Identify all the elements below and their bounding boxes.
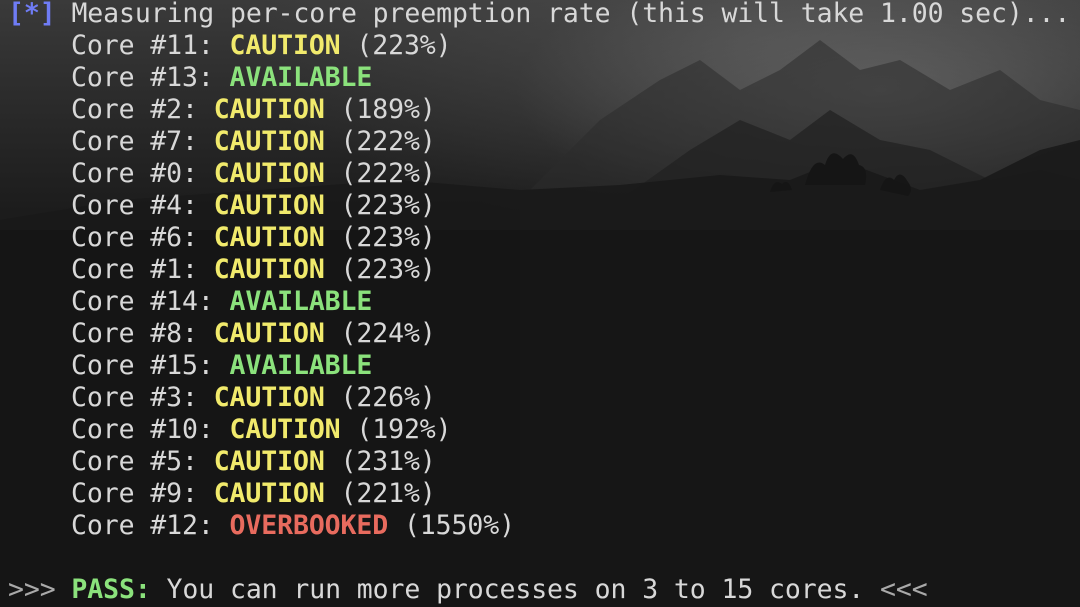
core-status: CAUTION (229, 30, 341, 61)
result-prefix: >>> (8, 574, 72, 605)
core-status: CAUTION (213, 254, 325, 285)
core-status: AVAILABLE (229, 62, 373, 93)
core-rate: (189%) (324, 94, 436, 125)
core-status: CAUTION (213, 190, 325, 221)
core-label: Core #10: (71, 414, 230, 445)
core-status: CAUTION (213, 222, 325, 253)
core-rate: (223%) (324, 254, 436, 285)
header-message: Measuring per-core preemption rate (this… (71, 0, 1071, 29)
core-label: Core #11: (71, 30, 230, 61)
core-status: CAUTION (213, 478, 325, 509)
core-label: Core #5: (71, 446, 214, 477)
core-label: Core #13: (71, 62, 230, 93)
core-label: Core #9: (71, 478, 214, 509)
core-status: CAUTION (213, 446, 325, 477)
core-row: Core #15: AVAILABLE (71, 350, 372, 382)
core-label: Core #4: (71, 190, 214, 221)
core-label: Core #3: (71, 382, 214, 413)
core-label: Core #6: (71, 222, 214, 253)
core-label: Core #8: (71, 318, 214, 349)
terminal-window[interactable]: [*] Measuring per-core preemption rate (… (0, 0, 1080, 607)
core-status: AVAILABLE (229, 286, 373, 317)
core-row: Core #14: AVAILABLE (71, 286, 372, 318)
core-status: AVAILABLE (229, 350, 373, 381)
core-rate: (224%) (324, 318, 436, 349)
core-rate: (223%) (340, 30, 452, 61)
result-message: You can run more processes on 3 to 15 co… (150, 574, 881, 605)
core-rate: (223%) (324, 190, 436, 221)
core-rate: (221%) (324, 478, 436, 509)
core-rate: (222%) (324, 126, 436, 157)
terminal-output: [*] Measuring per-core preemption rate (… (0, 0, 1080, 607)
core-row: Core #10: CAUTION (192%) (71, 414, 452, 446)
core-rate: (223%) (324, 222, 436, 253)
result-line: >>> PASS: You can run more processes on … (8, 574, 928, 606)
core-label: Core #12: (71, 510, 230, 541)
core-rate: (192%) (340, 414, 452, 445)
core-rate: (1550%) (388, 510, 515, 541)
core-row: Core #0: CAUTION (222%) (71, 158, 436, 190)
core-status: CAUTION (213, 318, 325, 349)
core-row: Core #4: CAUTION (223%) (71, 190, 436, 222)
header-line: [*] Measuring per-core preemption rate (… (8, 0, 1070, 30)
core-label: Core #15: (71, 350, 230, 381)
core-row: Core #6: CAUTION (223%) (71, 222, 436, 254)
core-label: Core #7: (71, 126, 214, 157)
status-marker: [*] (8, 0, 56, 29)
core-row: Core #7: CAUTION (222%) (71, 126, 436, 158)
core-row: Core #8: CAUTION (224%) (71, 318, 436, 350)
core-rate: (231%) (324, 446, 436, 477)
core-status: OVERBOOKED (229, 510, 389, 541)
core-label: Core #1: (71, 254, 214, 285)
core-status: CAUTION (229, 414, 341, 445)
core-row: Core #1: CAUTION (223%) (71, 254, 436, 286)
core-label: Core #2: (71, 94, 214, 125)
core-row: Core #3: CAUTION (226%) (71, 382, 436, 414)
core-row: Core #13: AVAILABLE (71, 62, 372, 94)
core-row: Core #11: CAUTION (223%) (71, 30, 452, 62)
core-status: CAUTION (213, 126, 325, 157)
core-status: CAUTION (213, 94, 325, 125)
result-suffix: <<< (880, 574, 928, 605)
core-rate: (222%) (324, 158, 436, 189)
core-row: Core #5: CAUTION (231%) (71, 446, 436, 478)
core-row: Core #2: CAUTION (189%) (71, 94, 436, 126)
core-row: Core #12: OVERBOOKED (1550%) (71, 510, 515, 542)
core-rate: (226%) (324, 382, 436, 413)
core-row: Core #9: CAUTION (221%) (71, 478, 436, 510)
core-label: Core #0: (71, 158, 214, 189)
core-status: CAUTION (213, 382, 325, 413)
pass-label: PASS: (71, 574, 151, 605)
core-status: CAUTION (213, 158, 325, 189)
core-label: Core #14: (71, 286, 230, 317)
